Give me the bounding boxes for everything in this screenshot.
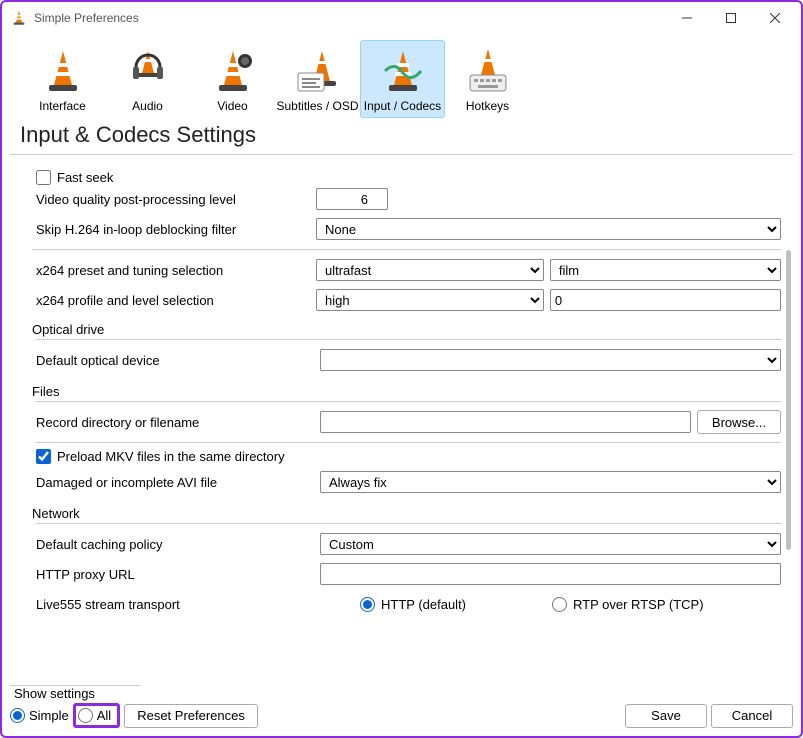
category-interface[interactable]: Interface	[20, 40, 105, 118]
caching-label: Default caching policy	[36, 537, 320, 552]
x264-preset-select[interactable]: ultrafast	[316, 259, 544, 281]
maximize-button[interactable]	[709, 3, 753, 33]
network-group: Network Default caching policy Custom HT…	[32, 506, 781, 620]
fast-seek-label: Fast seek	[57, 170, 113, 185]
video-cone-icon	[209, 47, 257, 95]
preload-mkv-row: Preload MKV files in the same directory	[36, 449, 781, 464]
category-label: Interface	[39, 99, 86, 113]
damaged-avi-select[interactable]: Always fix	[320, 471, 781, 493]
default-optical-select[interactable]	[320, 349, 781, 371]
category-audio[interactable]: Audio	[105, 40, 190, 118]
reset-preferences-button[interactable]: Reset Preferences	[124, 704, 258, 728]
skip-h264-select[interactable]: None	[316, 218, 781, 240]
category-label: Input / Codecs	[364, 99, 441, 113]
close-button[interactable]	[753, 3, 797, 33]
caching-select[interactable]: Custom	[320, 533, 781, 555]
x264-preset-label: x264 preset and tuning selection	[32, 263, 316, 278]
fast-seek-row: Fast seek	[32, 170, 781, 185]
title-bar: Simple Preferences	[2, 2, 801, 34]
category-label: Video	[217, 99, 247, 113]
show-simple-radio-label[interactable]: Simple	[10, 708, 69, 723]
live555-http-radio[interactable]	[360, 597, 375, 612]
preload-mkv-checkbox[interactable]	[36, 449, 51, 464]
page-title: Input & Codecs Settings	[10, 120, 793, 155]
default-optical-label: Default optical device	[36, 353, 320, 368]
category-input-codecs[interactable]: Input / Codecs	[360, 40, 445, 118]
live555-rtp-radio[interactable]	[552, 597, 567, 612]
video-quality-label: Video quality post-processing level	[32, 192, 316, 207]
app-icon	[10, 9, 28, 27]
category-video[interactable]: Video	[190, 40, 275, 118]
headphones-icon	[124, 47, 172, 95]
x264-tuning-select[interactable]: film	[550, 259, 781, 281]
category-label: Subtitles / OSD	[276, 99, 358, 113]
category-label: Audio	[132, 99, 163, 113]
scrollbar[interactable]	[786, 250, 791, 550]
cone-icon	[39, 47, 87, 95]
highlight-all: All	[73, 703, 120, 728]
x264-profile-label: x264 profile and level selection	[32, 293, 316, 308]
x264-profile-select[interactable]: high	[316, 289, 544, 311]
proxy-label: HTTP proxy URL	[36, 567, 320, 582]
live555-rtp-radio-label[interactable]: RTP over RTSP (TCP)	[552, 597, 704, 612]
category-label: Hotkeys	[466, 99, 509, 113]
live555-http-radio-label[interactable]: HTTP (default)	[360, 597, 466, 612]
minimize-button[interactable]	[665, 3, 709, 33]
subtitles-cone-icon	[294, 47, 342, 95]
cancel-button[interactable]: Cancel	[711, 704, 793, 728]
category-bar: Interface Audio Video Subtitles / OSD In…	[2, 34, 801, 120]
x264-level-input[interactable]	[550, 289, 781, 311]
show-all-radio-label[interactable]: All	[78, 708, 111, 723]
keyboard-cone-icon	[464, 47, 512, 95]
damaged-avi-label: Damaged or incomplete AVI file	[36, 475, 320, 490]
files-group: Files Record directory or filename Brows…	[32, 384, 781, 498]
browse-button[interactable]: Browse...	[697, 410, 781, 434]
settings-panel: Fast seek Video quality post-processing …	[10, 168, 793, 674]
live555-label: Live555 stream transport	[36, 597, 320, 612]
category-subtitles[interactable]: Subtitles / OSD	[275, 40, 360, 118]
save-button[interactable]: Save	[625, 704, 707, 728]
network-legend: Network	[32, 506, 80, 521]
record-dir-input[interactable]	[320, 411, 691, 433]
preload-mkv-label: Preload MKV files in the same directory	[57, 449, 285, 464]
optical-legend: Optical drive	[32, 322, 104, 337]
fast-seek-checkbox[interactable]	[36, 170, 51, 185]
codec-cone-icon	[379, 47, 427, 95]
window-title: Simple Preferences	[34, 11, 665, 25]
files-legend: Files	[32, 384, 59, 399]
show-settings-label: Show settings	[10, 685, 140, 701]
proxy-input[interactable]	[320, 563, 781, 585]
video-quality-spinbox[interactable]	[316, 188, 388, 210]
optical-group: Optical drive Default optical device	[32, 322, 781, 376]
skip-h264-label: Skip H.264 in-loop deblocking filter	[32, 222, 316, 237]
bottom-bar: Show settings Simple All Reset Preferenc…	[10, 685, 793, 728]
category-hotkeys[interactable]: Hotkeys	[445, 40, 530, 118]
show-simple-radio[interactable]	[10, 708, 25, 723]
show-all-radio[interactable]	[78, 708, 93, 723]
record-dir-label: Record directory or filename	[36, 415, 320, 430]
